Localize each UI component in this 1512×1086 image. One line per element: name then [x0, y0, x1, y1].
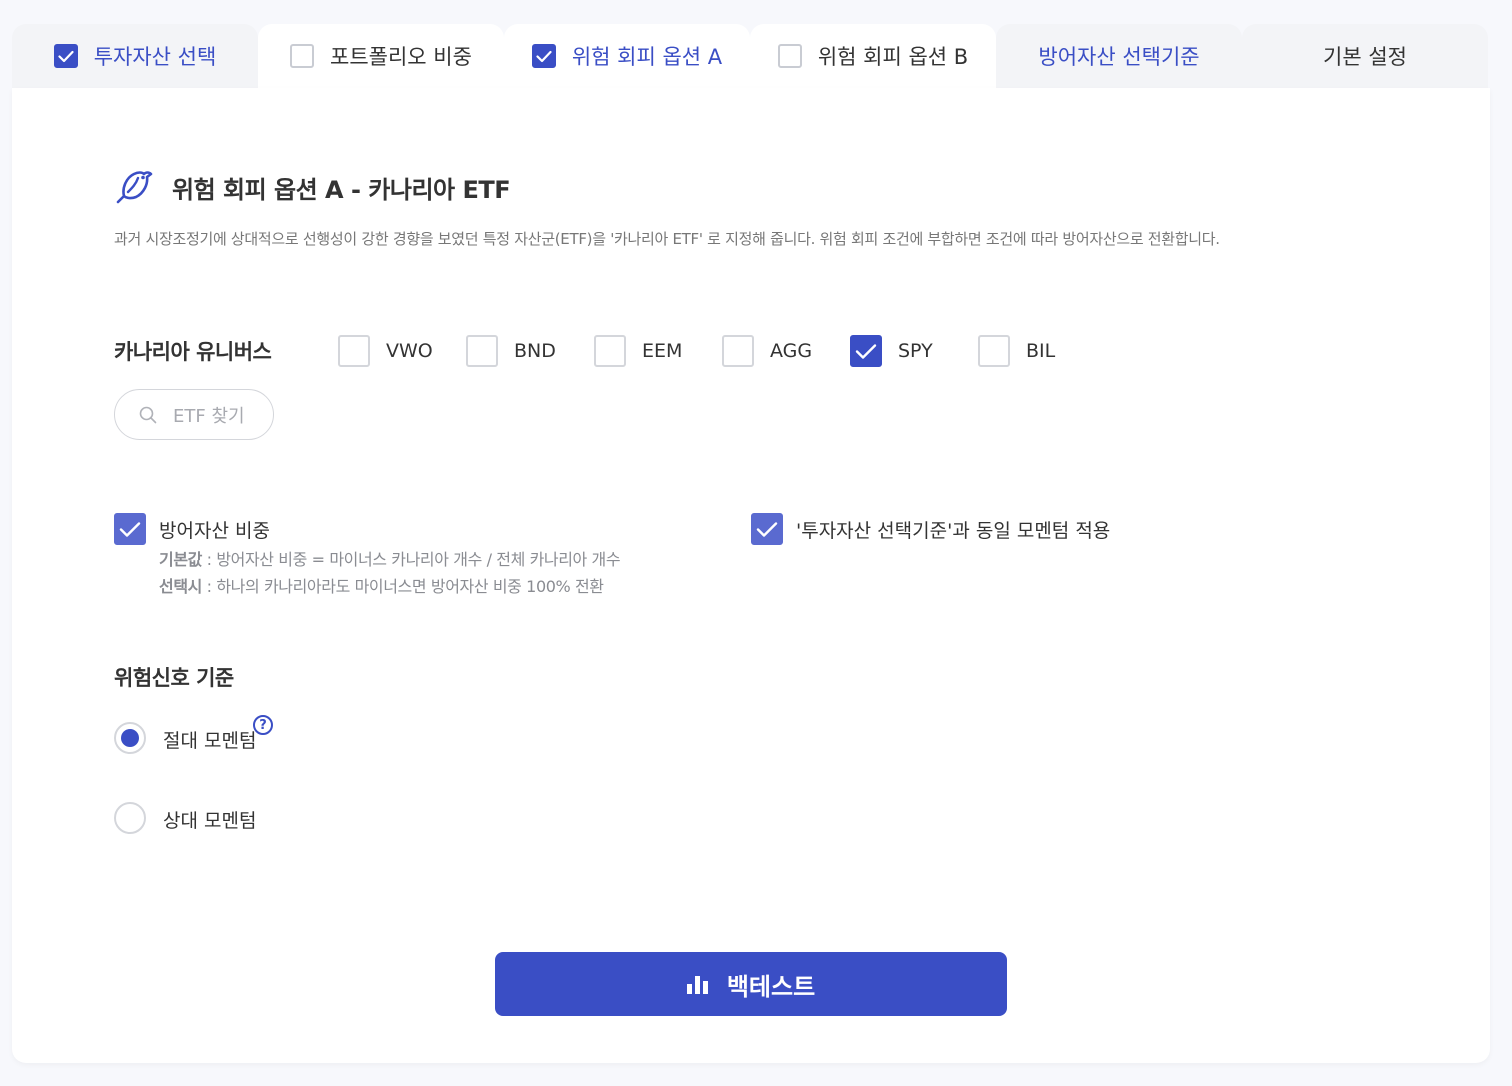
option-checkbox[interactable]: [114, 513, 146, 545]
tab-checkbox[interactable]: [53, 44, 78, 68]
radio-button[interactable]: [114, 802, 146, 834]
etf-search-input[interactable]: ETF 찾기: [114, 389, 274, 440]
defense-weight-default-note: 기본값 : 방어자산 비중 = 마이너스 카나리아 개수 / 전체 카나리아 개…: [159, 546, 621, 570]
search-placeholder: ETF 찾기: [173, 405, 245, 427]
etf-option-spy[interactable]: SPY: [850, 335, 933, 367]
bird-icon: [114, 166, 154, 210]
radio-dot: [121, 729, 139, 747]
etf-option-vwo[interactable]: VWO: [338, 335, 433, 367]
canary-universe-label: 카나리아 유니버스: [114, 340, 272, 364]
section-description: 과거 시장조정기에 상대적으로 선행성이 강한 경향을 보였던 특정 자산군(E…: [114, 230, 1220, 248]
etf-option-agg[interactable]: AGG: [722, 335, 812, 367]
etf-ticker: BND: [514, 340, 556, 362]
default-key: 기본값: [159, 550, 202, 569]
defense-weight-label: 방어자산 비중: [159, 520, 270, 542]
tab-portfolio-weight[interactable]: 포트폴리오 비중: [258, 24, 504, 88]
tab-defense-criteria[interactable]: 방어자산 선택기준: [996, 24, 1242, 88]
search-icon: [139, 406, 157, 423]
checkmark-icon: [119, 521, 141, 537]
etf-checkbox[interactable]: [594, 335, 626, 367]
etf-option-eem[interactable]: EEM: [594, 335, 682, 367]
tab-label: 위험 회피 옵션 B: [817, 45, 969, 69]
option-checkbox[interactable]: [751, 513, 783, 545]
same-momentum-checkbox[interactable]: [751, 513, 783, 545]
etf-checkbox[interactable]: [722, 335, 754, 367]
tab-label: 위험 회피 옵션 A: [571, 45, 723, 69]
tab-risk-option-a[interactable]: 위험 회피 옵션 A: [504, 24, 750, 88]
radio-button[interactable]: [114, 722, 146, 754]
risk-signal-title: 위험신호 기준: [114, 666, 234, 690]
tab-label: 기본 설정: [1323, 45, 1407, 69]
defense-weight-selected-note: 선택시 : 하나의 카나리아라도 마이너스면 방어자산 비중 100% 전환: [159, 573, 604, 597]
tab-checkbox[interactable]: [531, 44, 556, 68]
bar-chart-icon: [686, 974, 709, 994]
etf-checkbox[interactable]: [978, 335, 1010, 367]
selected-key: 선택시: [159, 577, 202, 596]
tab-checkbox[interactable]: [290, 44, 315, 68]
radio-label-absolute: 절대 모멘텀: [163, 730, 257, 752]
checkmark-icon: [536, 50, 552, 62]
etf-checkbox[interactable]: [466, 335, 498, 367]
selected-text: : 하나의 카나리아라도 마이너스면 방어자산 비중 100% 전환: [201, 577, 604, 596]
radio-absolute-momentum[interactable]: [114, 722, 146, 754]
radio-relative-momentum[interactable]: [114, 802, 146, 834]
backtest-button[interactable]: 백테스트: [495, 952, 1007, 1016]
etf-ticker: AGG: [770, 340, 813, 362]
same-momentum-label: '투자자산 선택기준'과 동일 모멘텀 적용: [796, 520, 1111, 542]
default-text: : 방어자산 비중 = 마이너스 카나리아 개수 / 전체 카나리아 개수: [201, 550, 621, 569]
checkmark-icon: [756, 521, 778, 537]
tab-asset-selection[interactable]: 투자자산 선택: [12, 24, 258, 88]
etf-ticker: BIL: [1026, 340, 1056, 362]
tab-label: 방어자산 선택기준: [1038, 45, 1200, 69]
checkmark-icon: [855, 343, 877, 359]
checkmark-icon: [58, 50, 74, 62]
etf-ticker: EEM: [642, 340, 683, 362]
etf-checkbox[interactable]: [338, 335, 370, 367]
tab-label: 포트폴리오 비중: [330, 45, 472, 69]
etf-ticker: VWO: [386, 340, 433, 362]
etf-option-bil[interactable]: BIL: [978, 335, 1055, 367]
etf-option-bnd[interactable]: BND: [466, 335, 556, 367]
settings-panel: 위험 회피 옵션 A - 카나리아 ETF 과거 시장조정기에 상대적으로 선행…: [12, 88, 1490, 1063]
section-title: 위험 회피 옵션 A - 카나리아 ETF: [172, 176, 511, 204]
etf-ticker: SPY: [898, 340, 933, 362]
tab-risk-option-b[interactable]: 위험 회피 옵션 B: [750, 24, 996, 88]
etf-checkbox[interactable]: [850, 335, 882, 367]
tab-label: 투자자산 선택: [93, 45, 217, 69]
backtest-label: 백테스트: [726, 972, 816, 1001]
tab-basic-settings[interactable]: 기본 설정: [1242, 24, 1488, 88]
help-icon[interactable]: ?: [253, 715, 273, 735]
radio-label-relative: 상대 모멘텀: [163, 810, 257, 832]
tab-bar: 투자자산 선택 포트폴리오 비중 위험 회피 옵션 A 위험 회피 옵션 B 방…: [12, 24, 1490, 88]
defense-weight-checkbox[interactable]: [114, 513, 146, 545]
tab-checkbox[interactable]: [777, 44, 802, 68]
